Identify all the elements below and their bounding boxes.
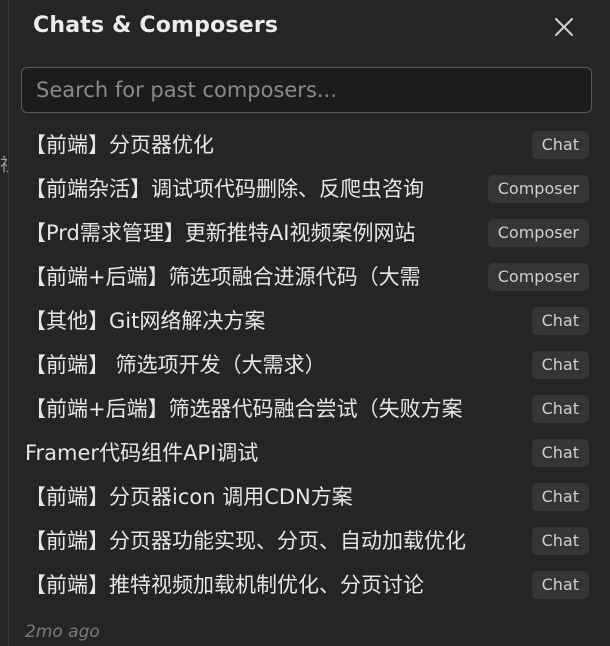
panel-title: Chats & Composers xyxy=(33,13,279,38)
type-badge-chat: Chat xyxy=(531,483,589,511)
close-button[interactable] xyxy=(549,12,579,42)
history-list: 【前端】分页器优化 Chat 【前端杂活】调试项代码删除、反爬虫咨询 Compo… xyxy=(9,123,610,607)
history-item-title: 【前端】 筛选项开发（大需求） xyxy=(25,353,326,377)
history-item-title: 【前端】推特视频加载机制优化、分页讨论 xyxy=(25,573,424,597)
panel-header: Chats & Composers xyxy=(9,0,610,56)
history-item[interactable]: 【前端】分页器优化 Chat xyxy=(9,123,610,167)
history-item[interactable]: 【前端杂活】调试项代码删除、反爬虫咨询 Composer xyxy=(9,167,610,211)
type-badge-chat: Chat xyxy=(531,571,589,599)
history-item-title: 【前端】分页器功能实现、分页、自动加载优化 xyxy=(25,529,466,553)
type-badge-composer: Composer xyxy=(487,263,589,291)
history-item-title: 【前端+后端】筛选项融合进源代码（大需 xyxy=(25,265,421,289)
type-badge-composer: Composer xyxy=(487,175,589,203)
history-item[interactable]: 【前端】推特视频加载机制优化、分页讨论 Chat xyxy=(9,563,610,607)
section-time-label: 2mo ago xyxy=(25,622,100,642)
close-icon xyxy=(555,18,573,36)
history-item-title: 【前端】分页器icon 调用CDN方案 xyxy=(25,485,353,509)
history-item-title: 【Prd需求管理】更新推特AI视频案例网站 xyxy=(25,221,416,245)
history-item-title: 【前端】分页器优化 xyxy=(25,133,214,157)
search-box xyxy=(21,67,592,113)
type-badge-composer: Composer xyxy=(487,219,589,247)
type-badge-chat: Chat xyxy=(531,351,589,379)
history-item-title: 【前端+后端】筛选器代码融合尝试（失败方案 xyxy=(25,397,463,421)
history-item-title: Framer代码组件API调试 xyxy=(25,441,259,465)
history-item[interactable]: Framer代码组件API调试 Chat xyxy=(9,431,610,475)
history-item[interactable]: 【前端】 筛选项开发（大需求） Chat xyxy=(9,343,610,387)
history-item[interactable]: 【Prd需求管理】更新推特AI视频案例网站 Composer xyxy=(9,211,610,255)
type-badge-chat: Chat xyxy=(531,131,589,159)
history-item[interactable]: 【前端+后端】筛选器代码融合尝试（失败方案 Chat xyxy=(9,387,610,431)
history-item[interactable]: 【前端】分页器功能实现、分页、自动加载优化 Chat xyxy=(9,519,610,563)
type-badge-chat: Chat xyxy=(531,527,589,555)
history-item[interactable]: 【前端+后端】筛选项融合进源代码（大需 Composer xyxy=(9,255,610,299)
type-badge-chat: Chat xyxy=(531,307,589,335)
history-item-title: 【前端杂活】调试项代码删除、反爬虫咨询 xyxy=(25,177,424,201)
type-badge-chat: Chat xyxy=(531,395,589,423)
search-input[interactable] xyxy=(22,68,591,112)
history-item[interactable]: 【前端】分页器icon 调用CDN方案 Chat xyxy=(9,475,610,519)
history-item[interactable]: 【其他】Git网络解决方案 Chat xyxy=(9,299,610,343)
chats-composers-panel: Chats & Composers 【前端】分页器优化 Chat 【前端杂活】调… xyxy=(8,0,610,646)
type-badge-chat: Chat xyxy=(531,439,589,467)
history-item-title: 【其他】Git网络解决方案 xyxy=(25,309,266,333)
